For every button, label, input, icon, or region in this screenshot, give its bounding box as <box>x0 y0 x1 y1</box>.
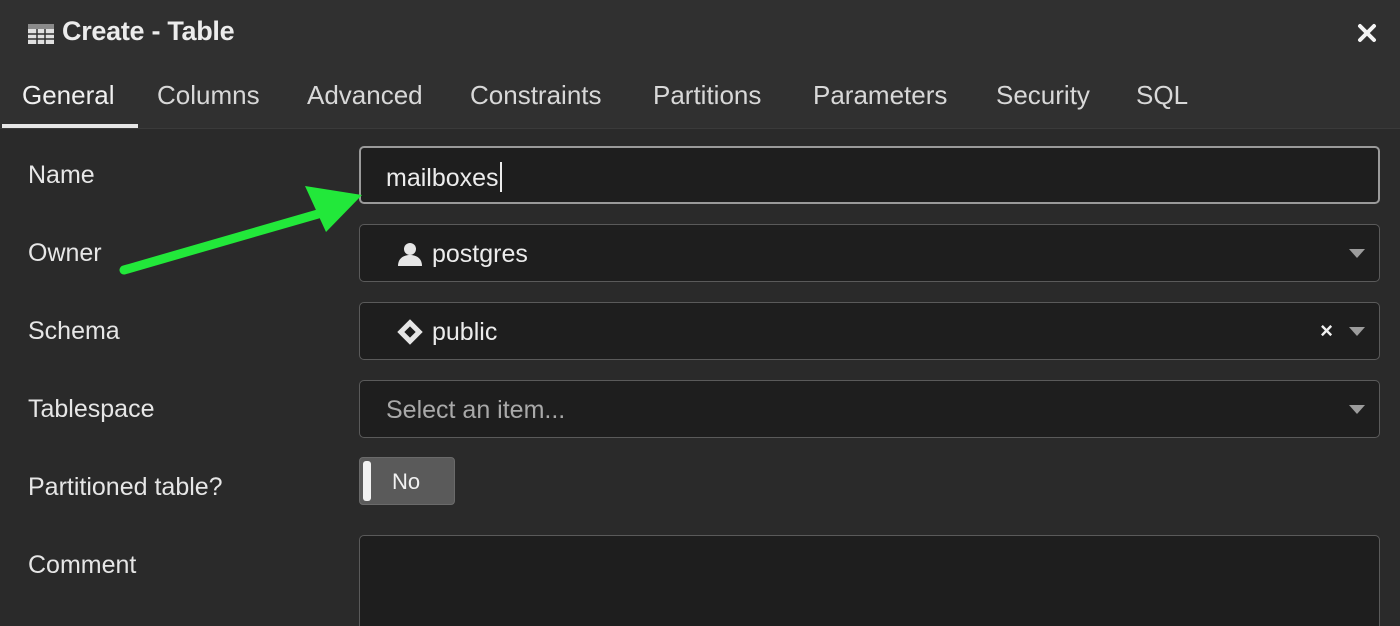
owner-select[interactable]: postgres <box>359 224 1380 282</box>
name-input[interactable]: mailboxes <box>359 146 1380 204</box>
tab-constraints[interactable]: Constraints <box>470 80 602 111</box>
tab-parameters[interactable]: Parameters <box>813 80 947 111</box>
tablespace-placeholder: Select an item... <box>386 396 566 424</box>
dialog-tabs: General Columns Advanced Constraints Par… <box>0 66 1400 129</box>
chevron-down-icon[interactable] <box>1349 405 1365 414</box>
tab-partitions[interactable]: Partitions <box>653 80 761 111</box>
dialog-titlebar: Create - Table <box>0 0 1400 66</box>
partitioned-label: Partitioned table? <box>28 473 223 501</box>
clear-icon[interactable]: × <box>1320 318 1333 344</box>
dialog-title: Create - Table <box>62 16 235 46</box>
tab-general[interactable]: General <box>22 80 115 111</box>
schema-select[interactable]: public × <box>359 302 1380 360</box>
text-cursor <box>499 162 502 192</box>
owner-label: Owner <box>28 239 102 267</box>
toggle-label: No <box>392 469 421 494</box>
partitioned-toggle[interactable]: No <box>359 457 455 505</box>
create-table-dialog: Create - Table General Columns Advanced … <box>0 0 1400 626</box>
user-icon <box>398 243 422 266</box>
chevron-down-icon[interactable] <box>1349 249 1365 258</box>
tab-security[interactable]: Security <box>996 80 1090 111</box>
comment-textarea[interactable] <box>359 535 1380 626</box>
tablespace-label: Tablespace <box>28 395 155 423</box>
schema-value: public <box>432 318 498 346</box>
schema-label: Schema <box>28 317 120 345</box>
toggle-knob <box>363 461 371 501</box>
tablespace-select[interactable]: Select an item... <box>359 380 1380 438</box>
schema-icon <box>397 319 423 345</box>
owner-value: postgres <box>432 240 528 268</box>
tab-sql[interactable]: SQL <box>1136 80 1188 111</box>
name-value: mailboxes <box>386 164 499 192</box>
close-icon[interactable] <box>1352 18 1382 48</box>
tab-columns[interactable]: Columns <box>157 80 260 111</box>
tab-advanced[interactable]: Advanced <box>307 80 423 111</box>
table-icon <box>28 24 54 44</box>
comment-label: Comment <box>28 551 137 579</box>
name-label: Name <box>28 161 95 189</box>
active-tab-indicator <box>2 124 138 128</box>
chevron-down-icon[interactable] <box>1349 327 1365 336</box>
